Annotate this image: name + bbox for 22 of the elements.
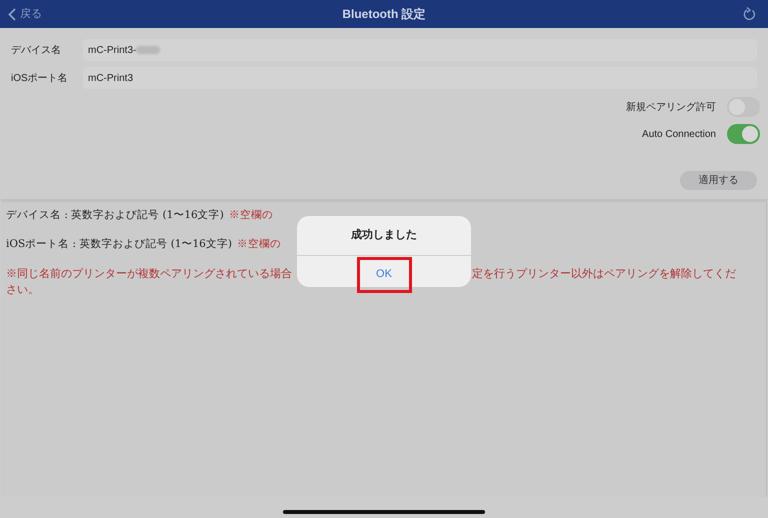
apply-button[interactable]: 適用する: [680, 171, 757, 190]
input-field[interactable]: mC-Print3: [83, 67, 757, 89]
warning-text: ※空欄の: [228, 208, 273, 223]
blurred-text: [136, 46, 160, 54]
ok-button[interactable]: OK: [356, 256, 412, 292]
note-text: iOSポート名 : 英数字および記号 (1〜16文字): [6, 236, 232, 252]
field-label: デバイス名: [11, 44, 62, 58]
dialog-title: 成功しました: [350, 228, 418, 244]
toggle-switch[interactable]: [727, 124, 760, 144]
warning-text: 定を行うプリンター以外はペアリングを解除してくだ: [472, 266, 736, 282]
toggle-label: Auto Connection: [642, 128, 716, 142]
back-button[interactable]: 戻る: [8, 6, 42, 22]
warning-text: ※空欄の: [236, 236, 281, 252]
warning-text: さい。: [6, 282, 40, 298]
window-title: Bluetooth 設定: [342, 6, 426, 23]
warning-text: ※同じ名前のプリンターが複数ペアリングされている場合: [6, 266, 292, 282]
field-label: iOSポート名: [11, 72, 69, 86]
refresh-icon[interactable]: [742, 6, 756, 22]
toggle-label: 新規ペアリング許可: [626, 100, 716, 114]
note-text: デバイス名 : 英数字および記号 (1〜16文字): [6, 208, 224, 223]
chevron-left-icon: [8, 8, 16, 20]
input-field[interactable]: mC-Print3-: [83, 39, 757, 61]
